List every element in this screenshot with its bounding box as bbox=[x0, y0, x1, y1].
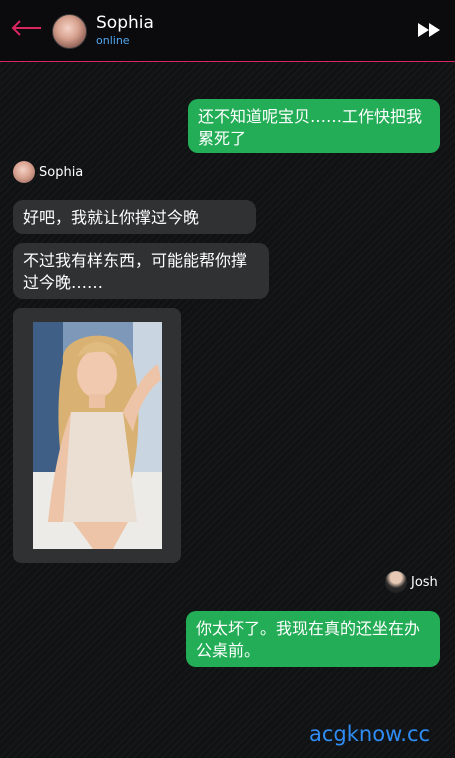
sender-row-josh: Josh bbox=[385, 571, 438, 593]
josh-avatar bbox=[385, 571, 407, 593]
shared-photo[interactable] bbox=[33, 322, 162, 549]
contact-name: Sophia bbox=[96, 13, 154, 33]
image-message[interactable] bbox=[13, 308, 181, 563]
sender-row-sophia: Sophia bbox=[13, 161, 83, 183]
user-message-bubble: 还不知道呢宝贝……工作快把我累死了 bbox=[188, 99, 440, 153]
sophia-avatar bbox=[13, 161, 35, 183]
watermark: acgknow.cc bbox=[309, 722, 431, 746]
fast-forward-icon[interactable] bbox=[417, 21, 443, 39]
chat-header: Sophia online bbox=[0, 0, 455, 62]
user-message-bubble: 你太坏了。我现在真的还坐在办公桌前。 bbox=[186, 611, 440, 667]
sender-name: Sophia bbox=[39, 164, 84, 180]
avatar[interactable] bbox=[52, 14, 87, 49]
contact-status: online bbox=[96, 34, 130, 47]
photo-illustration bbox=[33, 322, 162, 549]
message-scroll-clip: 还不知道呢宝贝……工作快把我累死了 bbox=[0, 62, 455, 157]
assistant-message-bubble: 好吧，我就让你撑过今晚 bbox=[13, 200, 256, 234]
assistant-message-bubble: 不过我有样东西，可能能帮你撑过今晚…… bbox=[13, 243, 269, 299]
back-arrow-icon[interactable] bbox=[10, 17, 44, 39]
sender-name: Josh bbox=[411, 574, 438, 590]
